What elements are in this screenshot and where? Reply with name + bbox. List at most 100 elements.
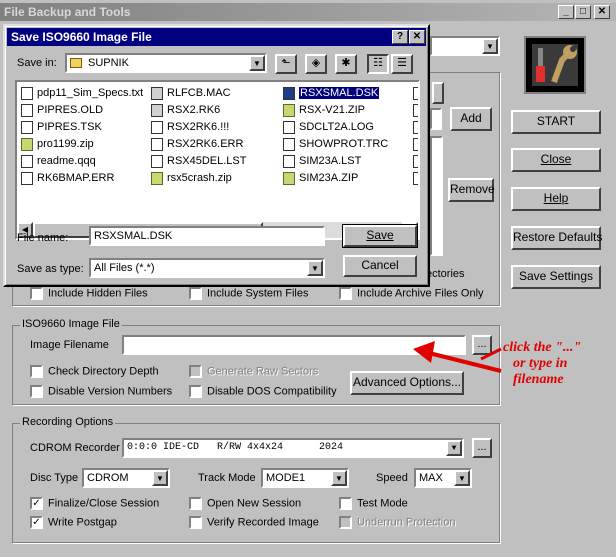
save-in-select[interactable]: SUPNIK ▼ <box>65 53 267 73</box>
file-list-item[interactable]: PIPRES.TSK <box>21 120 102 135</box>
write-postgap-checkbox[interactable]: ✓ Write Postgap <box>30 516 117 529</box>
include-archive-checkbox[interactable]: Include Archive Files Only <box>339 287 484 300</box>
checkbox-box[interactable] <box>339 497 352 510</box>
cancel-button[interactable]: Cancel <box>343 255 417 277</box>
track-mode-select[interactable]: MODE1 ▼ <box>261 468 349 488</box>
file-list-item[interactable]: RSX2.RK6 <box>151 103 220 118</box>
main-title: File Backup and Tools <box>4 5 131 19</box>
file-list-item[interactable]: readme.qqq <box>21 154 96 169</box>
checkbox-box[interactable] <box>189 287 202 300</box>
recording-group-label: Recording Options <box>20 416 116 428</box>
chevron-down-icon[interactable]: ▼ <box>249 55 265 71</box>
test-mode-checkbox[interactable]: Test Mode <box>339 497 408 510</box>
checkbox-box[interactable]: ✓ <box>30 497 43 510</box>
maximize-button[interactable]: □ <box>575 5 591 19</box>
finalize-session-checkbox[interactable]: ✓ Finalize/Close Session <box>30 497 159 510</box>
file-list-item[interactable]: pdp11_Sim_Specs.txt <box>21 86 143 101</box>
file-icon <box>283 120 295 134</box>
close-icon[interactable]: ✕ <box>409 30 425 44</box>
file-list-item[interactable]: RSX45DEL.LST <box>151 154 246 169</box>
file-listbox[interactable] <box>430 136 443 256</box>
help-button[interactable]: Help <box>511 187 601 211</box>
checkbox-box[interactable] <box>30 287 43 300</box>
dropdown-small-button[interactable] <box>432 82 444 104</box>
close-window-button[interactable]: ✕ <box>594 5 610 19</box>
file-list-item[interactable]: PIPRES.OLD <box>21 103 103 118</box>
file-list-item[interactable]: RLFCB.MAC <box>151 86 231 101</box>
chevron-down-icon[interactable]: ▼ <box>446 440 462 456</box>
checkbox-box[interactable]: ✓ <box>30 516 43 529</box>
speed-select[interactable]: MAX ▼ <box>414 468 472 488</box>
file-icon <box>413 138 418 151</box>
save-button[interactable]: Save <box>342 224 418 248</box>
underrun-protection-checkbox: Underrun Protection <box>339 516 455 529</box>
start-button[interactable]: START <box>511 110 601 134</box>
open-new-session-checkbox[interactable]: Open New Session <box>189 497 301 510</box>
file-list[interactable]: pdp11_Sim_Specs.txt PIPRES.OLD PIPRES.TSK p… <box>15 80 420 240</box>
file-name-input[interactable]: RSXSMAL.DSK <box>89 226 325 246</box>
file-name: pro1199.zip <box>37 138 94 150</box>
file-list-item[interactable]: SIM23A.ZIP <box>283 171 358 186</box>
file-icon <box>283 137 295 151</box>
details-view-icon[interactable]: ☰ <box>391 54 413 74</box>
file-name: RK6BMAP.ERR <box>37 172 115 184</box>
help-icon[interactable]: ? <box>392 30 408 44</box>
verify-recorded-image-checkbox[interactable]: Verify Recorded Image <box>189 516 319 529</box>
desktop-icon[interactable]: ◈ <box>305 54 327 74</box>
checkbox-box[interactable] <box>30 365 43 378</box>
annotation-line-2: or type in <box>513 356 568 371</box>
chevron-down-icon[interactable]: ▼ <box>331 470 347 486</box>
app-logo <box>524 36 586 94</box>
dialog-title: Save ISO9660 Image File <box>11 30 152 44</box>
subdirectories-label-fragment: ectories <box>426 268 465 280</box>
file-list-item[interactable]: RSXSMAL.DSK <box>283 86 380 101</box>
minimize-button[interactable]: _ <box>558 5 574 19</box>
add-button[interactable]: Add <box>450 107 492 131</box>
include-hidden-checkbox[interactable]: Include Hidden Files <box>30 287 148 300</box>
checkbox-box[interactable] <box>189 497 202 510</box>
checkbox-box[interactable] <box>189 516 202 529</box>
new-folder-icon[interactable]: ✱ <box>335 54 357 74</box>
source-combo[interactable]: ▼ <box>430 36 500 56</box>
save-as-type-select[interactable]: All Files (*.*) ▼ <box>89 258 325 278</box>
disable-dos-compat-checkbox[interactable]: Disable DOS Compatibility <box>189 385 337 398</box>
file-name: readme.qqq <box>37 155 96 167</box>
checkbox-box[interactable] <box>339 287 352 300</box>
save-settings-button[interactable]: Save Settings <box>511 265 601 289</box>
cdrom-recorder-select[interactable]: 0:0:0 IDE-CD R/RW 4x4x24 2024 ▼ <box>122 438 464 458</box>
include-system-checkbox[interactable]: Include System Files <box>189 287 308 300</box>
speed-label: Speed <box>376 472 408 484</box>
disc-type-select[interactable]: CDROM ▼ <box>82 468 170 488</box>
checkbox-box[interactable] <box>189 385 202 398</box>
file-name: RSX2.RK6 <box>167 104 221 116</box>
image-filename-label: Image Filename <box>30 339 109 351</box>
file-list-item[interactable]: SHOWPROT.TRC <box>283 137 388 152</box>
chevron-down-icon[interactable]: ▼ <box>152 470 168 486</box>
file-list-item[interactable]: RK6BMAP.ERR <box>21 171 114 186</box>
file-list-item[interactable]: RSX2RK6.ERR <box>151 137 243 152</box>
checkbox-box[interactable] <box>30 385 43 398</box>
file-list-item[interactable]: RSX-V21.ZIP <box>283 103 365 118</box>
list-view-icon[interactable]: ☷ <box>367 54 389 74</box>
close-button[interactable]: Close <box>511 148 601 172</box>
add-path-field[interactable] <box>430 108 442 130</box>
chevron-down-icon[interactable]: ▼ <box>482 38 498 54</box>
disable-version-numbers-checkbox[interactable]: Disable Version Numbers <box>30 385 172 398</box>
chevron-down-icon[interactable]: ▼ <box>454 470 470 486</box>
file-list-item[interactable]: pro1199.zip <box>21 137 94 152</box>
up-folder-icon[interactable]: ⬑ <box>275 54 297 74</box>
check-directory-depth-checkbox[interactable]: Check Directory Depth <box>30 365 159 378</box>
chevron-down-icon[interactable]: ▼ <box>307 260 323 276</box>
file-list-item[interactable]: RSX2RK6.!!! <box>151 120 229 135</box>
remove-button[interactable]: Remove <box>448 178 495 202</box>
zip-icon <box>283 171 295 185</box>
restore-defaults-button[interactable]: Restore Defaults <box>511 226 602 250</box>
file-icon <box>21 171 33 185</box>
file-list-item[interactable]: SDCLT2A.LOG <box>283 120 374 135</box>
track-mode-label: Track Mode <box>198 472 256 484</box>
file-list-item[interactable]: SIM23A.LST <box>283 154 361 169</box>
file-list-item[interactable]: rsx5crash.zip <box>151 171 232 186</box>
file-name: SIM23A.ZIP <box>299 172 359 184</box>
file-icon <box>21 103 33 117</box>
recorder-browse-button[interactable]: ... <box>472 438 492 458</box>
